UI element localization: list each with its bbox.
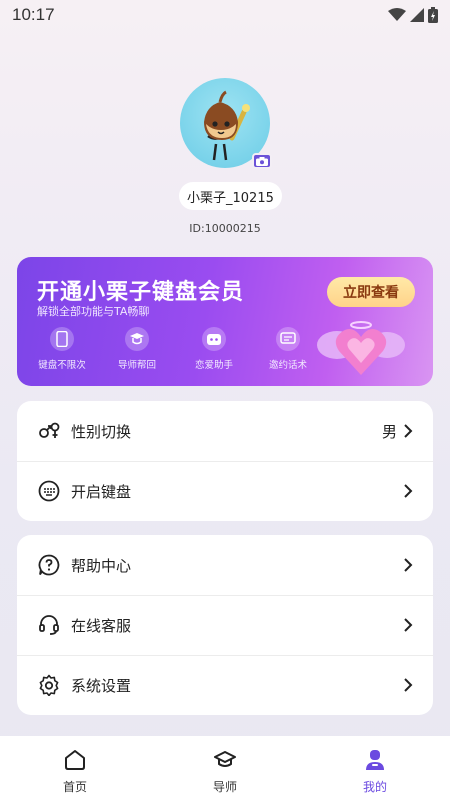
vip-banner[interactable]: 开通小栗子键盘会员 解锁全部功能与TA畅聊 立即查看 键盘不限次 导师帮回 恋爱… bbox=[17, 257, 433, 386]
chevron-right-icon bbox=[401, 558, 415, 572]
vip-feature-label: 邀约话术 bbox=[268, 360, 307, 371]
gender-icon bbox=[37, 419, 61, 443]
online-service-label: 在线客服 bbox=[71, 616, 132, 635]
enable-keyboard-row[interactable]: 开启键盘 bbox=[17, 461, 433, 521]
mentor-icon bbox=[125, 327, 149, 351]
vip-view-button[interactable]: 立即查看 bbox=[327, 277, 415, 307]
system-settings-label: 系统设置 bbox=[71, 676, 132, 695]
signal-icon bbox=[410, 8, 424, 22]
username[interactable]: 小栗子_10215 bbox=[179, 182, 282, 210]
status-bar: 10:17 bbox=[0, 0, 450, 30]
status-icons bbox=[388, 7, 438, 23]
chat-icon bbox=[276, 327, 300, 351]
headset-icon bbox=[37, 613, 61, 637]
chevron-right-icon bbox=[401, 618, 415, 632]
tab-mentor[interactable]: 导师 bbox=[150, 736, 300, 800]
camera-icon[interactable] bbox=[252, 153, 272, 169]
wifi-icon bbox=[388, 8, 406, 21]
user-icon bbox=[366, 750, 384, 770]
avatar-wrap[interactable] bbox=[180, 78, 272, 169]
vip-feature-mentor: 导师帮回 bbox=[102, 327, 172, 371]
phone-icon bbox=[50, 327, 74, 351]
winged-heart-icon bbox=[317, 321, 405, 375]
bottom-tab-bar: 首页 导师 我的 bbox=[0, 736, 450, 800]
vip-feature-label: 键盘不限次 bbox=[38, 360, 86, 371]
gender-switch-label: 性别切换 bbox=[71, 422, 132, 441]
status-time: 10:17 bbox=[12, 5, 55, 24]
gear-icon bbox=[37, 673, 61, 697]
home-icon bbox=[65, 750, 85, 770]
tab-mentor-label: 导师 bbox=[212, 780, 237, 794]
keyboard-icon bbox=[37, 479, 61, 503]
settings-card-2: 帮助中心 在线客服 系统设置 bbox=[17, 535, 433, 715]
tab-mine-label: 我的 bbox=[362, 780, 387, 794]
vip-feature-label: 恋爱助手 bbox=[194, 360, 233, 371]
enable-keyboard-label: 开启键盘 bbox=[71, 482, 132, 501]
vip-feature-keyboard: 键盘不限次 bbox=[27, 327, 97, 371]
battery-icon bbox=[428, 7, 438, 23]
chevron-right-icon bbox=[401, 678, 415, 692]
graduation-cap-icon bbox=[214, 751, 236, 767]
online-service-row[interactable]: 在线客服 bbox=[17, 595, 433, 655]
gender-value: 男 bbox=[381, 422, 397, 441]
robot-icon bbox=[202, 327, 226, 351]
vip-subtitle: 解锁全部功能与TA畅聊 bbox=[37, 305, 150, 318]
user-id: ID:10000215 bbox=[189, 222, 261, 235]
vip-feature-love: 恋爱助手 bbox=[179, 327, 249, 371]
tab-home-label: 首页 bbox=[62, 780, 87, 794]
gender-switch-row[interactable]: 性别切换 男 bbox=[17, 401, 433, 461]
settings-card-1: 性别切换 男 开启键盘 bbox=[17, 401, 433, 521]
vip-feature-invite: 邀约话术 bbox=[253, 327, 323, 371]
vip-title: 开通小栗子键盘会员 bbox=[37, 280, 245, 305]
help-center-label: 帮助中心 bbox=[71, 556, 132, 575]
chevron-right-icon bbox=[401, 424, 415, 438]
help-center-row[interactable]: 帮助中心 bbox=[17, 535, 433, 595]
vip-feature-label: 导师帮回 bbox=[117, 360, 156, 371]
help-icon bbox=[37, 553, 61, 577]
tab-home[interactable]: 首页 bbox=[0, 736, 150, 800]
chevron-right-icon bbox=[401, 484, 415, 498]
system-settings-row[interactable]: 系统设置 bbox=[17, 655, 433, 715]
tab-mine[interactable]: 我的 bbox=[300, 736, 450, 800]
